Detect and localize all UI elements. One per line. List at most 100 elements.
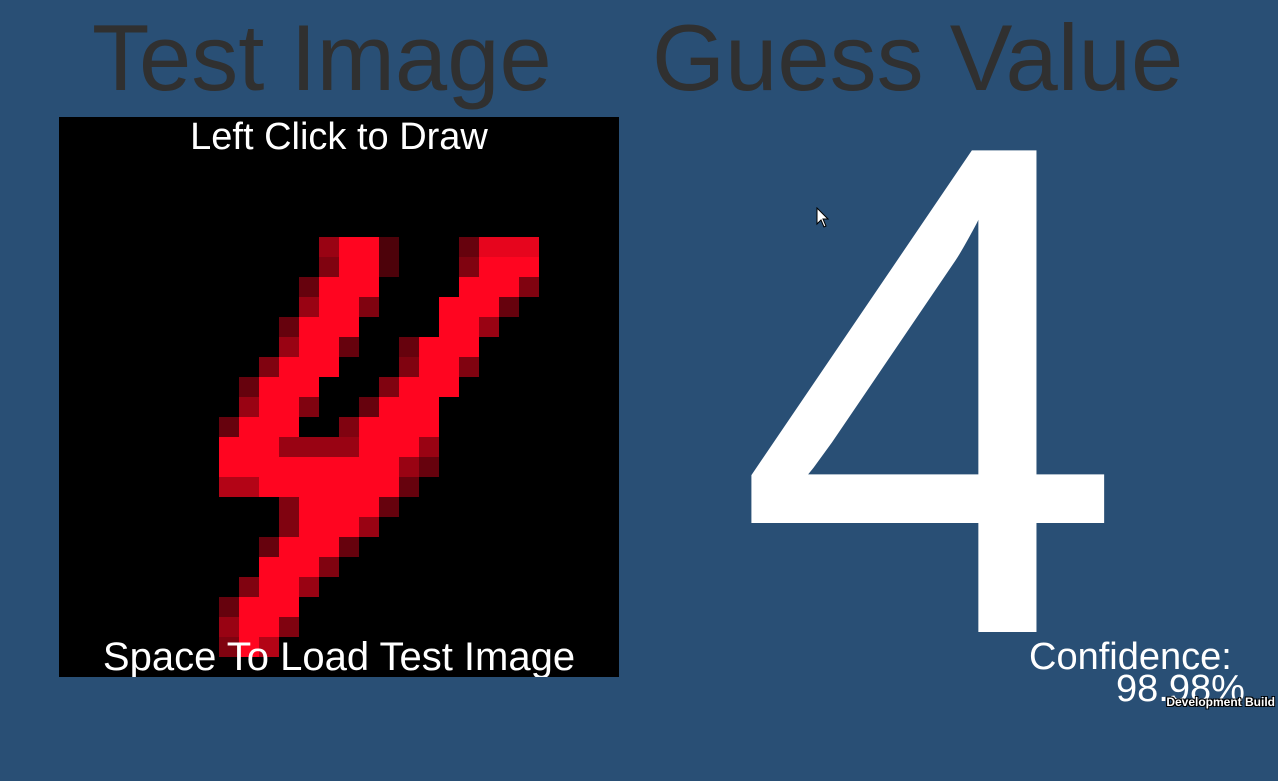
stroke-pixel [279,617,299,637]
stroke-pixel [459,297,479,317]
stroke-pixel [359,417,379,437]
stroke-pixel [499,237,519,257]
stroke-pixel [299,357,319,377]
stroke-pixel [319,297,339,317]
stroke-pixel [319,437,339,457]
stroke-pixel [419,457,439,477]
stroke-pixel [379,437,399,457]
stroke-pixel [379,457,399,477]
stroke-pixel [459,257,479,277]
stroke-pixel [339,437,359,457]
stroke-pixel [379,397,399,417]
stroke-pixel [299,497,319,517]
stroke-pixel [259,417,279,437]
stroke-pixel [319,457,339,477]
stroke-pixel [339,337,359,357]
stroke-pixel [399,457,419,477]
stroke-pixel [219,617,239,637]
stroke-pixel [239,617,259,637]
stroke-pixel [399,437,419,457]
stroke-pixel [339,457,359,477]
stroke-pixel [319,257,339,277]
stroke-pixel [339,537,359,557]
stroke-pixel [339,237,359,257]
stroke-pixel [339,297,359,317]
stroke-pixel [379,417,399,437]
stroke-pixel [399,377,419,397]
stroke-pixel [359,237,379,257]
stroke-pixel [399,357,419,377]
stroke-pixel [359,397,379,417]
draw-instruction: Left Click to Draw [190,117,488,158]
stroke-pixel [299,517,319,537]
stroke-pixel [279,317,299,337]
stroke-pixel [479,317,499,337]
stroke-pixel [499,257,519,277]
stroke-pixel [439,357,459,377]
stroke-pixel [319,497,339,517]
stroke-pixel [399,397,419,417]
stroke-pixel [519,277,539,297]
stroke-pixel [299,277,319,297]
stroke-pixel [299,337,319,357]
stroke-pixel [359,517,379,537]
stroke-pixel [239,457,259,477]
stroke-pixel [339,497,359,517]
stroke-pixel [439,297,459,317]
stroke-pixel [379,497,399,517]
stroke-pixel [279,437,299,457]
mouse-cursor-icon [816,207,830,228]
stroke-pixel [419,397,439,417]
stroke-pixel [419,337,439,357]
stroke-pixel [299,457,319,477]
stroke-pixel [419,417,439,437]
stroke-pixel [459,277,479,297]
stroke-pixel [359,297,379,317]
stroke-pixel [319,477,339,497]
stroke-pixel [219,417,239,437]
stroke-pixel [319,557,339,577]
stroke-pixel [279,377,299,397]
stroke-pixel [279,577,299,597]
stroke-pixel [259,537,279,557]
stroke-pixel [279,417,299,437]
stroke-pixel [279,337,299,357]
stroke-pixel [459,357,479,377]
stroke-pixel [239,577,259,597]
stroke-pixel [259,357,279,377]
stroke-pixel [359,477,379,497]
guessed-digit: 4 [735,0,1125,781]
stroke-pixel [339,277,359,297]
stroke-pixel [399,337,419,357]
stroke-pixel [219,457,239,477]
stroke-pixel [479,237,499,257]
stroke-pixel [419,377,439,397]
stroke-pixel [519,257,539,277]
stroke-pixel [339,257,359,277]
stroke-pixel [279,497,299,517]
stroke-pixel [259,577,279,597]
stroke-pixel [299,477,319,497]
development-build-label: Development Build [1166,695,1275,709]
stroke-pixel [379,257,399,277]
stroke-pixel [379,377,399,397]
stroke-pixel [479,257,499,277]
stroke-pixel [359,497,379,517]
stroke-pixel [239,377,259,397]
stroke-pixel [299,397,319,417]
stroke-pixel [279,357,299,377]
stroke-pixel [399,417,419,437]
stroke-pixel [379,477,399,497]
stroke-pixel [399,477,419,497]
stroke-pixel [239,597,259,617]
drawing-canvas[interactable]: Left Click to Draw Space To Load Test Im… [59,117,619,677]
stroke-pixel [319,277,339,297]
stroke-pixel [299,437,319,457]
stroke-pixel [339,317,359,337]
stroke-pixel [339,417,359,437]
stroke-pixel [299,297,319,317]
stroke-pixel [459,317,479,337]
stroke-pixel [319,517,339,537]
stroke-pixel [259,557,279,577]
stroke-pixel [459,337,479,357]
